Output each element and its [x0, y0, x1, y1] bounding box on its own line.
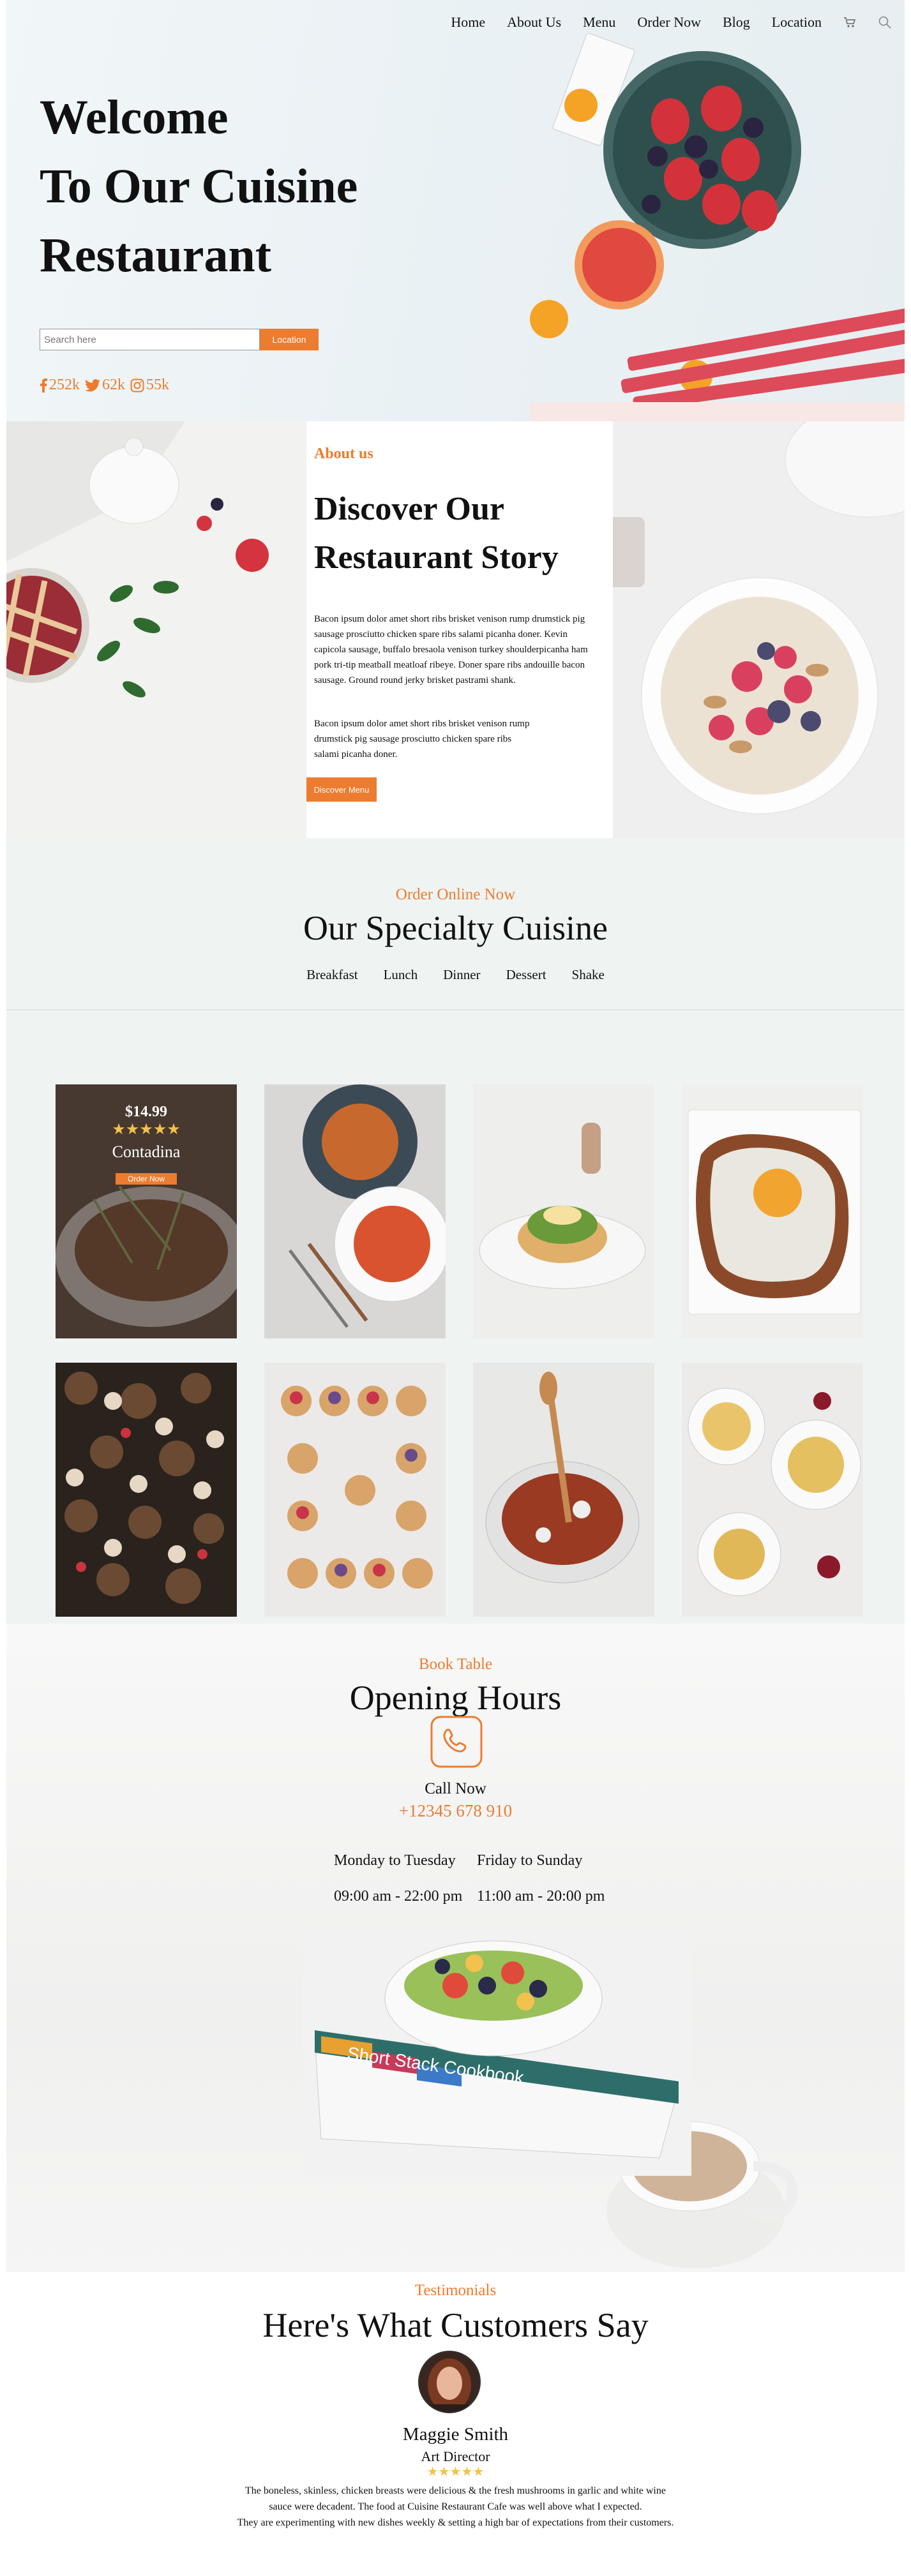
tab-dessert[interactable]: Dessert — [506, 967, 546, 983]
dish-image — [682, 1084, 863, 1338]
social-counts: 252k 62k 55k — [40, 377, 169, 394]
nav-blog[interactable]: Blog — [723, 14, 750, 31]
weekday-hours: 09:00 am - 22:00 pm — [334, 1888, 463, 1905]
twitter-icon — [85, 378, 100, 391]
location-button[interactable]: Location — [260, 329, 319, 350]
dish-card[interactable] — [473, 1084, 654, 1338]
dish-card[interactable] — [682, 1084, 863, 1338]
hours-label: Book Table — [418, 1656, 493, 1673]
menu-tabs: Breakfast Lunch Dinner Dessert Shake — [6, 967, 905, 983]
call-now-label: Call Now — [425, 1780, 486, 1797]
about-title: Discover Our Restaurant Story — [314, 485, 559, 582]
nav-location[interactable]: Location — [772, 14, 822, 31]
dish-card[interactable] — [682, 1363, 863, 1617]
hours-title: Opening Hours — [349, 1679, 562, 1717]
dish-image — [264, 1084, 446, 1338]
reviewer-role: Art Director — [421, 2448, 490, 2464]
instagram-icon — [130, 378, 144, 392]
dish-card[interactable]: $14.99 ★★★★★ Contadina Order Now — [56, 1084, 237, 1338]
hero-title-line-2: To Our Cuisine — [40, 160, 358, 213]
specialty-label: Order Online Now — [395, 886, 516, 903]
about-left-food-image — [6, 421, 306, 838]
quote-line-1: The boneless, skinless, chicken breasts … — [245, 2485, 666, 2496]
opening-hours-section: Book Table Opening Hours Call Now +12345… — [6, 1624, 905, 2272]
dish-card[interactable] — [264, 1363, 446, 1617]
hero-section: Home About Us Menu Order Now Blog Locati… — [6, 0, 905, 421]
cookbook-image: Short Stack Cookbook — [302, 1928, 691, 2176]
testimonials-label: Testimonials — [414, 2282, 497, 2299]
quote-line-2: sauce were decadent. The food at Cuisine… — [269, 2501, 642, 2512]
dish-grid: $14.99 ★★★★★ Contadina Order Now — [6, 1011, 905, 1624]
about-paragraph-1: Bacon ipsum dolor amet short ribs briske… — [314, 614, 588, 685]
weekend-label: Friday to Sunday — [477, 1852, 583, 1869]
phone-icon — [430, 1716, 483, 1768]
nav-menu[interactable]: Menu — [583, 14, 615, 31]
hero-fruit-image — [530, 33, 905, 421]
facebook-count: 252k — [49, 377, 80, 393]
hero-title-line-1: Welcome — [40, 91, 229, 144]
main-nav: Home About Us Menu Order Now Blog Locati… — [451, 14, 892, 31]
testimonials-title: Here's What Customers Say — [262, 2306, 649, 2344]
tab-dinner[interactable]: Dinner — [443, 967, 480, 983]
dish-card[interactable] — [473, 1363, 654, 1617]
twitter-count: 62k — [102, 377, 125, 393]
nav-home[interactable]: Home — [451, 14, 485, 31]
quote-line-3: They are experimenting with new dishes w… — [237, 2517, 674, 2528]
dish-image — [473, 1363, 654, 1617]
tab-lunch[interactable]: Lunch — [384, 967, 418, 983]
dish-image — [56, 1363, 237, 1617]
nav-about-us[interactable]: About Us — [507, 14, 561, 31]
weekend-hours: 11:00 am - 20:00 pm — [477, 1888, 605, 1905]
rating-stars: ★★★★★ — [426, 2465, 485, 2479]
about-title-line-1: Discover Our — [314, 491, 504, 527]
weekday-label: Monday to Tuesday — [334, 1852, 456, 1869]
testimonials-section: Testimonials Here's What Customers Say M… — [6, 2272, 905, 2576]
hero-search: Location — [40, 329, 319, 350]
dish-name: Contadina — [112, 1142, 181, 1161]
dish-image — [473, 1084, 654, 1338]
dish-card[interactable] — [264, 1084, 446, 1338]
about-label: About us — [314, 446, 373, 462]
tab-shake[interactable]: Shake — [572, 967, 605, 983]
about-right-food-image — [613, 421, 905, 838]
testimonial-quote: The boneless, skinless, chicken breasts … — [6, 2483, 905, 2531]
search-icon[interactable] — [878, 15, 892, 29]
order-now-button[interactable]: Order Now — [116, 1173, 177, 1185]
instagram-link[interactable]: 55k — [130, 377, 169, 394]
hero-title-line-3: Restaurant — [40, 228, 272, 282]
phone-number[interactable]: +12345 678 910 — [6, 1801, 905, 1821]
dish-image — [682, 1363, 863, 1617]
hero-title: Welcome To Our Cuisine Restaurant — [40, 83, 358, 290]
dish-image — [264, 1363, 446, 1617]
cart-icon[interactable] — [843, 16, 856, 29]
avatar — [418, 2351, 481, 2413]
about-section: About us Discover Our Restaurant Story B… — [6, 421, 905, 838]
nav-order-now[interactable]: Order Now — [637, 14, 701, 31]
about-title-line-2: Restaurant Story — [314, 539, 559, 576]
about-content: About us Discover Our Restaurant Story B… — [306, 421, 613, 838]
search-input[interactable] — [40, 329, 260, 350]
rating-stars: ★★★★★ — [112, 1121, 181, 1138]
about-paragraph-2: Bacon ipsum dolor amet short ribs briske… — [314, 719, 530, 760]
instagram-count: 55k — [146, 377, 169, 393]
facebook-link[interactable]: 252k — [40, 377, 80, 394]
facebook-icon — [40, 378, 47, 393]
specialty-section: Order Online Now Our Specialty Cuisine B… — [6, 838, 905, 1010]
reviewer-name: Maggie Smith — [402, 2424, 509, 2445]
specialty-title: Our Specialty Cuisine — [303, 909, 608, 947]
twitter-link[interactable]: 62k — [85, 377, 125, 394]
dish-overlay: $14.99 ★★★★★ Contadina Order Now — [56, 1084, 237, 1338]
dish-price: $14.99 — [125, 1104, 167, 1120]
discover-menu-button[interactable]: Discover Menu — [306, 777, 377, 802]
tab-breakfast[interactable]: Breakfast — [306, 967, 358, 983]
dish-card[interactable] — [56, 1363, 237, 1617]
